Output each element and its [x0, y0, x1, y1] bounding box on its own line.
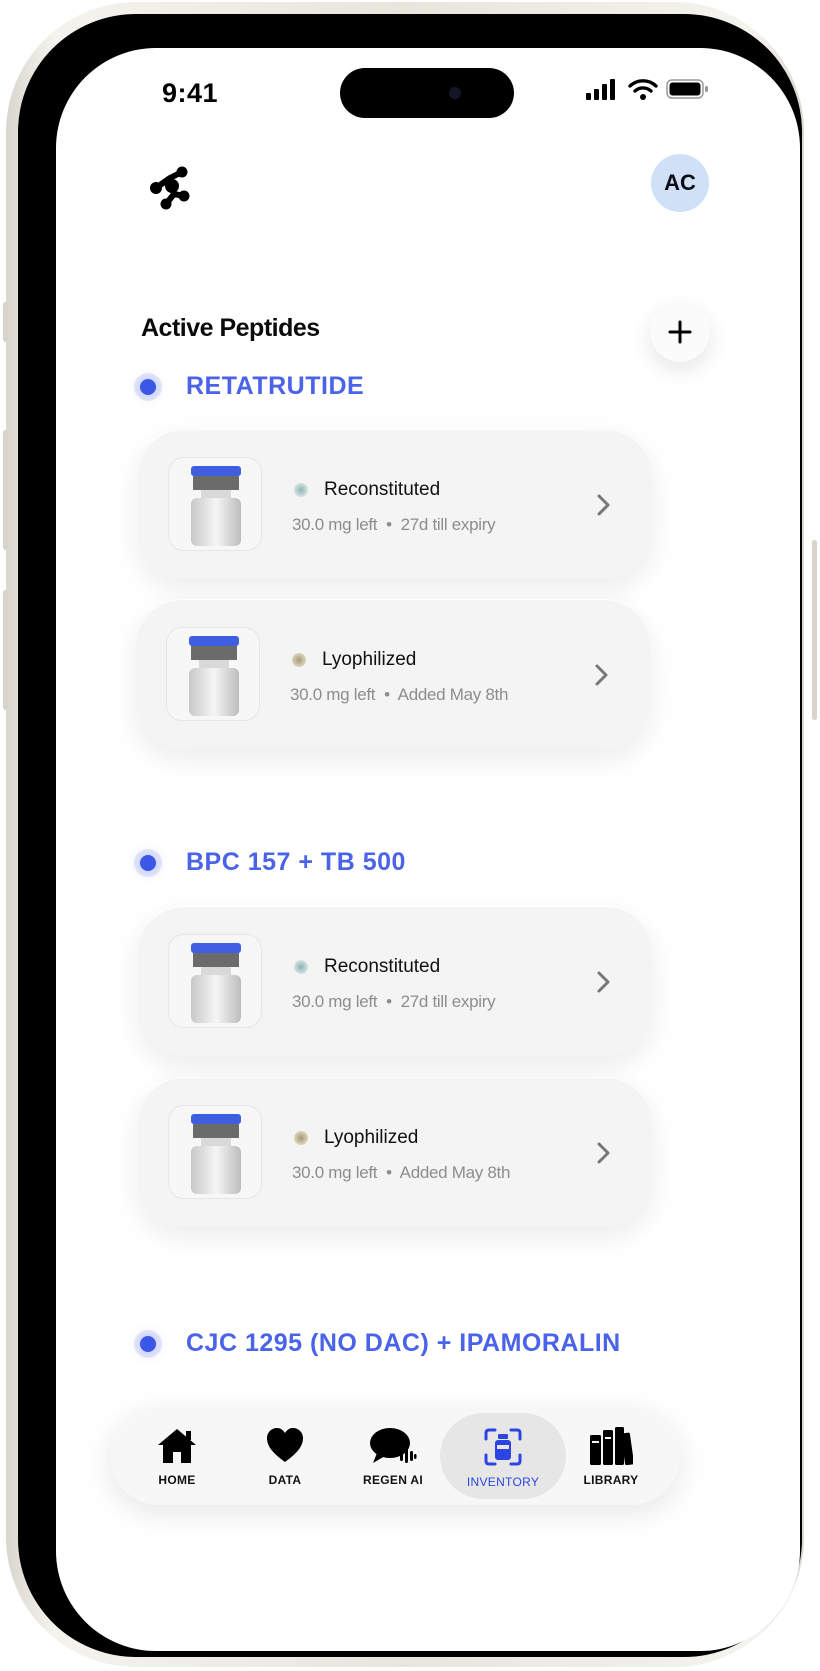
vial-card[interactable]: Lyophilized 30.0 mg left • Added May 8th [136, 599, 650, 749]
user-avatar[interactable]: AC [651, 154, 709, 212]
nav-home[interactable]: HOME [122, 1407, 232, 1505]
vial-meta: 30.0 mg left • Added May 8th [290, 685, 509, 704]
status-dot [294, 1131, 308, 1145]
group-indicator-dot [140, 1335, 156, 1352]
chevron-right-icon [597, 494, 610, 516]
app-logo-icon [148, 164, 198, 214]
vial-card[interactable]: Reconstituted 30.0 mg left • 27d till ex… [138, 429, 652, 579]
plus-icon [668, 320, 692, 344]
side-button-volume-up [3, 430, 8, 550]
vial-state: Reconstituted [324, 956, 441, 977]
peptide-group-header: BPC 157 + TB 500 [136, 848, 406, 877]
vial-meta: 30.0 mg left • 27d till expiry [292, 992, 496, 1011]
nav-library[interactable]: LIBRARY [556, 1407, 666, 1505]
heart-icon [267, 1428, 303, 1462]
section-title: Active Peptides [141, 314, 320, 342]
side-button-power [812, 540, 817, 720]
nav-regen-ai[interactable]: REGEN AI [338, 1407, 448, 1505]
battery-icon [666, 79, 708, 99]
group-indicator-dot [140, 854, 156, 871]
vial-scan-icon [484, 1428, 522, 1466]
vial-meta: 30.0 mg left • 27d till expiry [292, 515, 496, 534]
vial-state: Reconstituted [324, 479, 441, 500]
status-time: 9:41 [162, 78, 219, 108]
peptide-group-name: CJC 1295 (NO DAC) + IPAMORALIN [186, 1329, 621, 1357]
vial-meta: 30.0 mg left • Added May 8th [292, 1163, 511, 1182]
bottom-navigation: HOME DATA REGEN AI INVENTORY LIBRARY [110, 1407, 680, 1505]
status-dot [292, 653, 306, 667]
status-dot [294, 483, 308, 497]
side-button-action [3, 302, 8, 342]
nav-label: DATA [268, 1473, 302, 1487]
nav-data[interactable]: DATA [230, 1407, 340, 1505]
dynamic-island [340, 68, 514, 118]
group-indicator-dot [140, 378, 156, 395]
nav-label: INVENTORY [466, 1475, 540, 1489]
status-icons [586, 78, 756, 102]
app-screen: 9:41 AC Active Peptides RETATRUTIDE Reco… [56, 48, 800, 1651]
vial-card[interactable]: Reconstituted 30.0 mg left • 27d till ex… [138, 906, 652, 1056]
wifi-icon [628, 79, 658, 100]
home-icon [158, 1429, 196, 1463]
peptide-group-header: CJC 1295 (NO DAC) + IPAMORALIN [136, 1329, 621, 1358]
vial-image [166, 627, 260, 721]
books-icon [590, 1427, 633, 1465]
vial-image [168, 934, 262, 1028]
side-button-volume-down [3, 590, 8, 710]
cellular-signal-icon [586, 79, 615, 100]
peptide-group-name: BPC 157 + TB 500 [186, 848, 406, 876]
vial-state: Lyophilized [322, 649, 417, 670]
peptide-group-name: RETATRUTIDE [186, 372, 365, 400]
nav-label: REGEN AI [363, 1473, 423, 1487]
chevron-right-icon [595, 664, 608, 686]
vial-image [168, 1105, 262, 1199]
nav-label: HOME [158, 1473, 196, 1487]
add-peptide-button[interactable] [650, 302, 710, 362]
chevron-right-icon [597, 971, 610, 993]
chevron-right-icon [597, 1142, 610, 1164]
peptide-group-header: RETATRUTIDE [136, 372, 364, 401]
status-dot [294, 960, 308, 974]
vial-state: Lyophilized [324, 1127, 419, 1148]
phone-bezel: 9:41 AC Active Peptides RETATRUTIDE Reco… [18, 14, 802, 1657]
nav-label: LIBRARY [583, 1473, 639, 1487]
nav-inventory[interactable]: INVENTORY [440, 1413, 566, 1499]
vial-card[interactable]: Lyophilized 30.0 mg left • Added May 8th [138, 1077, 652, 1227]
vial-image [168, 457, 262, 551]
chat-voice-icon [370, 1428, 417, 1463]
